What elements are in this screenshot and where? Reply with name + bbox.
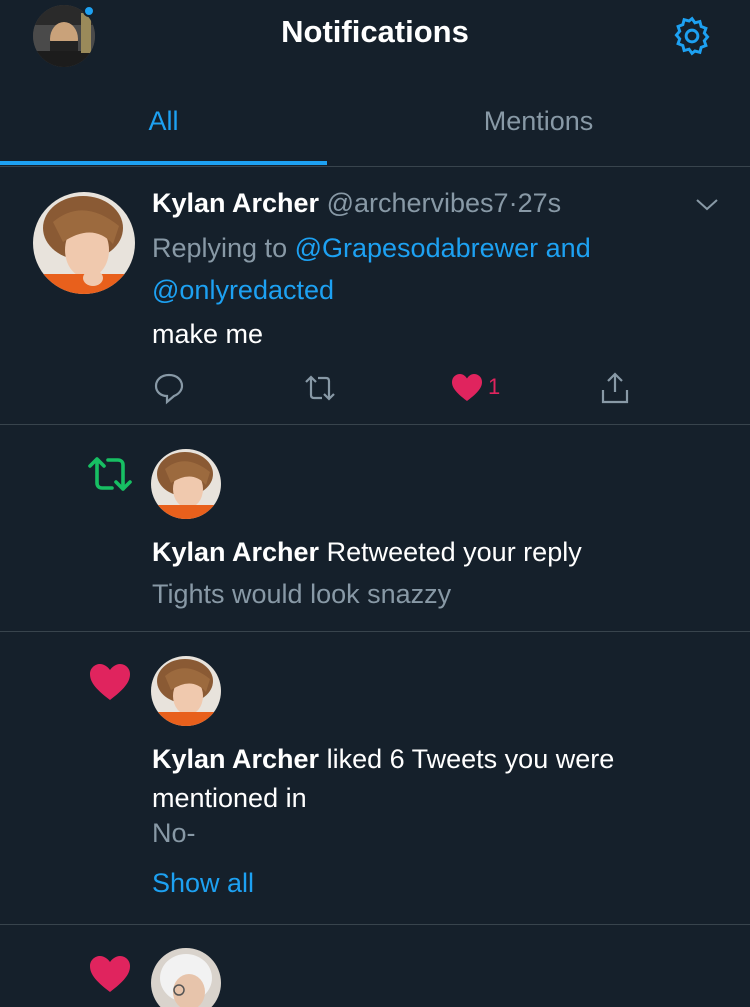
- mention-link-1[interactable]: @Grapesodabrewer: [295, 233, 539, 263]
- notification-text: Kylan Archer liked 6 Tweets you were men…: [152, 740, 712, 818]
- mention-link-2[interactable]: @onlyredacted: [152, 275, 334, 305]
- heart-icon: [86, 660, 134, 704]
- notification-action: Retweeted your reply: [326, 537, 582, 567]
- active-tab-indicator: [0, 161, 327, 165]
- tweet-header: Kylan Archer @archervibes7·27s: [152, 188, 561, 219]
- show-all-link[interactable]: Show all: [152, 868, 254, 899]
- avatar[interactable]: [151, 948, 221, 1007]
- notification-text: Kylan Archer Retweeted your reply: [152, 533, 712, 572]
- chevron-down-icon[interactable]: [694, 196, 720, 214]
- avatar[interactable]: [33, 192, 135, 294]
- tab-bar: All Mentions: [0, 90, 750, 167]
- tweet-preview[interactable]: Tights would look snazzy: [152, 579, 451, 610]
- author-handle: @archervibes7: [326, 188, 509, 218]
- replying-to: Replying to @Grapesodabrewer and @onlyre…: [152, 227, 712, 311]
- replying-prefix: Replying to: [152, 233, 288, 263]
- divider: [0, 631, 750, 632]
- header: Notifications: [0, 0, 750, 80]
- timestamp: 27s: [517, 188, 562, 218]
- heart-icon: [86, 952, 134, 996]
- page-title: Notifications: [281, 14, 469, 49]
- share-icon[interactable]: [598, 370, 632, 406]
- tab-mentions[interactable]: Mentions: [327, 106, 750, 137]
- author-name[interactable]: Kylan Archer: [152, 188, 319, 218]
- avatar[interactable]: [151, 656, 221, 726]
- retweet-icon: [86, 452, 134, 496]
- avatar[interactable]: [151, 449, 221, 519]
- like-count: 1: [488, 374, 501, 399]
- separator: ·: [508, 188, 518, 218]
- divider: [0, 166, 750, 167]
- divider: [0, 424, 750, 425]
- tweet-text: make me: [152, 319, 264, 349]
- heart-icon[interactable]: [450, 370, 484, 406]
- gear-icon[interactable]: [670, 14, 714, 58]
- actor-name[interactable]: Kylan Archer: [152, 537, 319, 567]
- tab-all[interactable]: All: [0, 106, 327, 137]
- replying-and: and: [545, 233, 591, 263]
- divider: [0, 924, 750, 925]
- actor-name[interactable]: Kylan Archer: [152, 744, 319, 774]
- tweet-preview[interactable]: No-: [152, 818, 196, 849]
- reply-icon[interactable]: [152, 370, 186, 406]
- retweet-icon[interactable]: [300, 370, 340, 406]
